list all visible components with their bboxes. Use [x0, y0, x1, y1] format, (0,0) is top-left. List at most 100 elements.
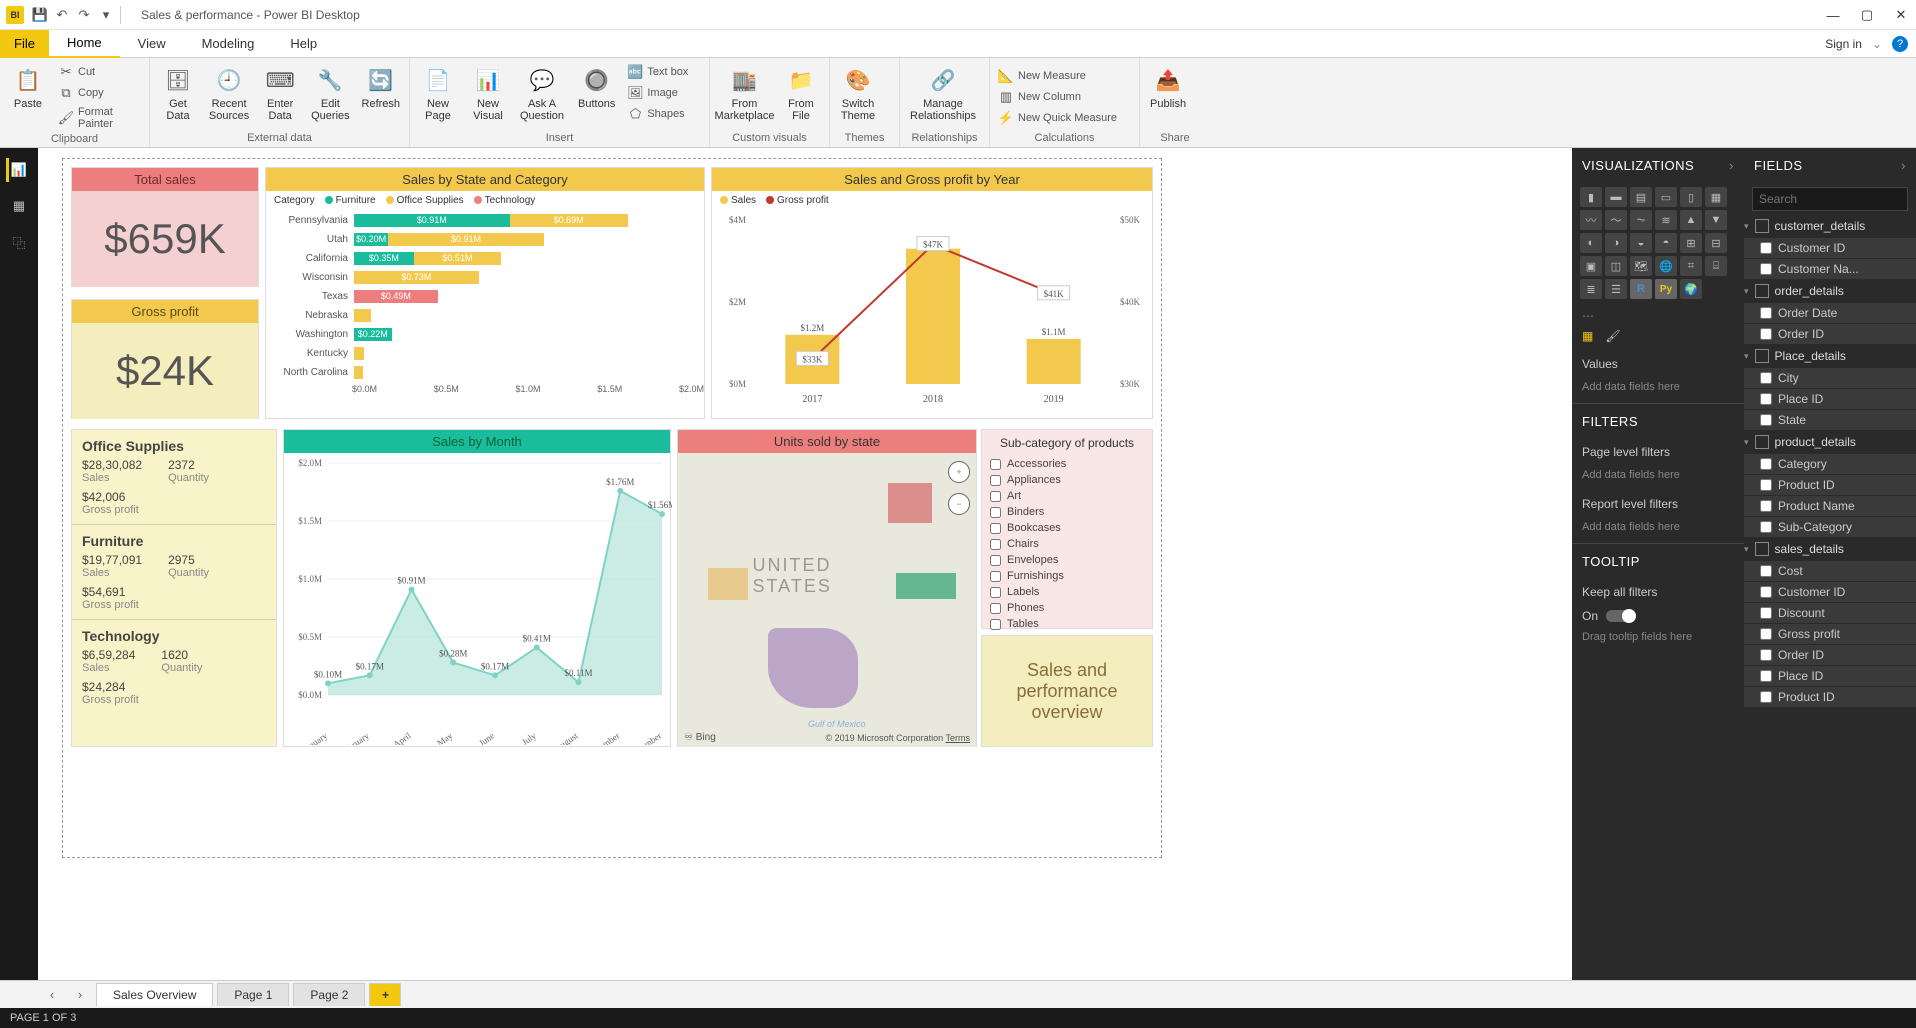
- zoom-out-icon[interactable]: −: [948, 493, 970, 515]
- chart-sales-by-state[interactable]: Sales by State and Category Category Fur…: [265, 167, 705, 419]
- viz-type-icon[interactable]: ⊟: [1705, 233, 1727, 253]
- paste-button[interactable]: 📋Paste: [4, 62, 52, 112]
- field-item[interactable]: Sub-Category: [1744, 517, 1916, 537]
- file-menu[interactable]: File: [0, 30, 49, 58]
- viz-type-icon[interactable]: ▭: [1655, 187, 1677, 207]
- publish-button[interactable]: 📤Publish: [1144, 62, 1192, 112]
- slicer-item[interactable]: Envelopes: [982, 552, 1152, 568]
- slicer-item[interactable]: Labels: [982, 584, 1152, 600]
- format-painter-button[interactable]: 🖌Format Painter: [54, 104, 145, 132]
- image-button[interactable]: 🖼Image: [623, 83, 692, 103]
- field-item[interactable]: Product ID: [1744, 687, 1916, 707]
- chart-sales-by-month[interactable]: Sales by Month $0.0M$0.5M$1.0M$1.5M$2.0M…: [283, 429, 671, 747]
- viz-type-icon[interactable]: ⌗: [1680, 256, 1702, 276]
- viz-type-icon[interactable]: 〰: [1580, 210, 1602, 230]
- from-marketplace-button[interactable]: 🏬From Marketplace: [714, 62, 775, 124]
- field-table-header[interactable]: Place_details: [1744, 345, 1916, 367]
- page-next-icon[interactable]: ›: [68, 983, 92, 1007]
- cut-button[interactable]: ✂Cut: [54, 62, 145, 82]
- textbox-button[interactable]: 🔤Text box: [623, 62, 692, 82]
- chevron-right-icon[interactable]: ›: [1901, 158, 1906, 173]
- edit-queries-button[interactable]: 🔧Edit Queries: [306, 62, 354, 124]
- field-item[interactable]: Customer ID: [1744, 238, 1916, 258]
- maximize-icon[interactable]: ▢: [1858, 7, 1876, 23]
- field-item[interactable]: State: [1744, 410, 1916, 430]
- chart-sales-gp-year[interactable]: Sales and Gross profit by Year Sales Gro…: [711, 167, 1153, 419]
- new-quick-measure-button[interactable]: ⚡New Quick Measure: [994, 108, 1121, 128]
- viz-type-icon[interactable]: ◫: [1605, 256, 1627, 276]
- slicer-item[interactable]: Accessories: [982, 456, 1152, 472]
- viz-type-icon[interactable]: ◒: [1630, 233, 1652, 253]
- viz-type-icon[interactable]: 🗺: [1630, 256, 1652, 276]
- page-prev-icon[interactable]: ‹: [40, 983, 64, 1007]
- shapes-button[interactable]: ⬠Shapes: [623, 104, 692, 124]
- data-view-icon[interactable]: ▦: [7, 194, 31, 218]
- manage-relationships-button[interactable]: 🔗Manage Relationships: [904, 62, 982, 124]
- viz-type-icon[interactable]: 🌐: [1655, 256, 1677, 276]
- canvas-area[interactable]: Total sales $659K Gross profit $24K Sale…: [38, 148, 1572, 980]
- refresh-button[interactable]: 🔄Refresh: [357, 62, 405, 112]
- viz-type-icon[interactable]: ▼: [1705, 210, 1727, 230]
- field-table-header[interactable]: sales_details: [1744, 538, 1916, 560]
- buttons-button[interactable]: 🔘Buttons: [572, 62, 621, 112]
- slicer-item[interactable]: Binders: [982, 504, 1152, 520]
- new-measure-button[interactable]: 📐New Measure: [994, 66, 1121, 86]
- viz-type-icon[interactable]: ▬: [1605, 187, 1627, 207]
- zoom-in-icon[interactable]: +: [948, 461, 970, 483]
- field-item[interactable]: Order ID: [1744, 645, 1916, 665]
- tab-help[interactable]: Help: [272, 30, 335, 58]
- keep-filters-toggle[interactable]: On: [1572, 605, 1744, 627]
- slicer-item[interactable]: Tables: [982, 616, 1152, 632]
- field-table-header[interactable]: order_details: [1744, 280, 1916, 302]
- field-table-header[interactable]: product_details: [1744, 431, 1916, 453]
- field-item[interactable]: Product Name: [1744, 496, 1916, 516]
- page-add-button[interactable]: +: [369, 983, 401, 1006]
- viz-type-icon[interactable]: ▲: [1680, 210, 1702, 230]
- new-page-button[interactable]: 📄New Page: [414, 62, 462, 124]
- field-item[interactable]: Place ID: [1744, 389, 1916, 409]
- tab-modeling[interactable]: Modeling: [184, 30, 273, 58]
- field-item[interactable]: City: [1744, 368, 1916, 388]
- field-item[interactable]: Order Date: [1744, 303, 1916, 323]
- slicer-subcategory[interactable]: Sub-category of products Accessories App…: [981, 429, 1153, 629]
- slicer-item[interactable]: Art: [982, 488, 1152, 504]
- qat-dropdown-icon[interactable]: ▾: [98, 7, 114, 23]
- field-item[interactable]: Cost: [1744, 561, 1916, 581]
- close-icon[interactable]: ✕: [1892, 7, 1910, 23]
- field-item[interactable]: Product ID: [1744, 475, 1916, 495]
- ask-question-button[interactable]: 💬Ask A Question: [514, 62, 570, 124]
- redo-icon[interactable]: ↷: [76, 7, 92, 23]
- viz-type-icon[interactable]: R: [1630, 279, 1652, 299]
- viz-type-icon[interactable]: ≣: [1580, 279, 1602, 299]
- field-item[interactable]: Order ID: [1744, 324, 1916, 344]
- viz-type-icon[interactable]: ▮: [1580, 187, 1602, 207]
- chevron-right-icon[interactable]: ›: [1729, 158, 1734, 173]
- viz-type-icon[interactable]: ≋: [1655, 210, 1677, 230]
- field-item[interactable]: Discount: [1744, 603, 1916, 623]
- page-tab-2[interactable]: Page 2: [293, 983, 365, 1006]
- viz-type-icon[interactable]: 〜: [1605, 210, 1627, 230]
- format-well-icon[interactable]: 🖌: [1605, 329, 1620, 343]
- field-table-header[interactable]: customer_details: [1744, 215, 1916, 237]
- field-item[interactable]: Customer Na...: [1744, 259, 1916, 279]
- page-tab-1[interactable]: Page 1: [217, 983, 289, 1006]
- viz-type-icon[interactable]: Py: [1655, 279, 1677, 299]
- undo-icon[interactable]: ↶: [54, 7, 70, 23]
- viz-type-icon[interactable]: ▯: [1680, 187, 1702, 207]
- new-column-button[interactable]: ▥New Column: [994, 87, 1121, 107]
- page-filters-hint[interactable]: Add data fields here: [1572, 465, 1744, 491]
- viz-type-icon[interactable]: ◑: [1605, 233, 1627, 253]
- slicer-item[interactable]: Chairs: [982, 536, 1152, 552]
- sign-in-link[interactable]: Sign in: [1825, 37, 1862, 51]
- viz-type-icon[interactable]: ◐: [1580, 233, 1602, 253]
- enter-data-button[interactable]: ⌨Enter Data: [256, 62, 304, 124]
- help-icon[interactable]: ?: [1892, 36, 1908, 52]
- viz-type-icon[interactable]: ⏦: [1630, 210, 1652, 230]
- fields-search-input[interactable]: [1752, 187, 1908, 211]
- card-total-sales[interactable]: Total sales $659K: [71, 167, 259, 287]
- viz-type-icon[interactable]: ⌸: [1705, 256, 1727, 276]
- page-tab-0[interactable]: Sales Overview: [96, 983, 213, 1006]
- viz-type-icon[interactable]: ☰: [1605, 279, 1627, 299]
- viz-type-icon[interactable]: ◓: [1655, 233, 1677, 253]
- values-hint[interactable]: Add data fields here: [1572, 377, 1744, 403]
